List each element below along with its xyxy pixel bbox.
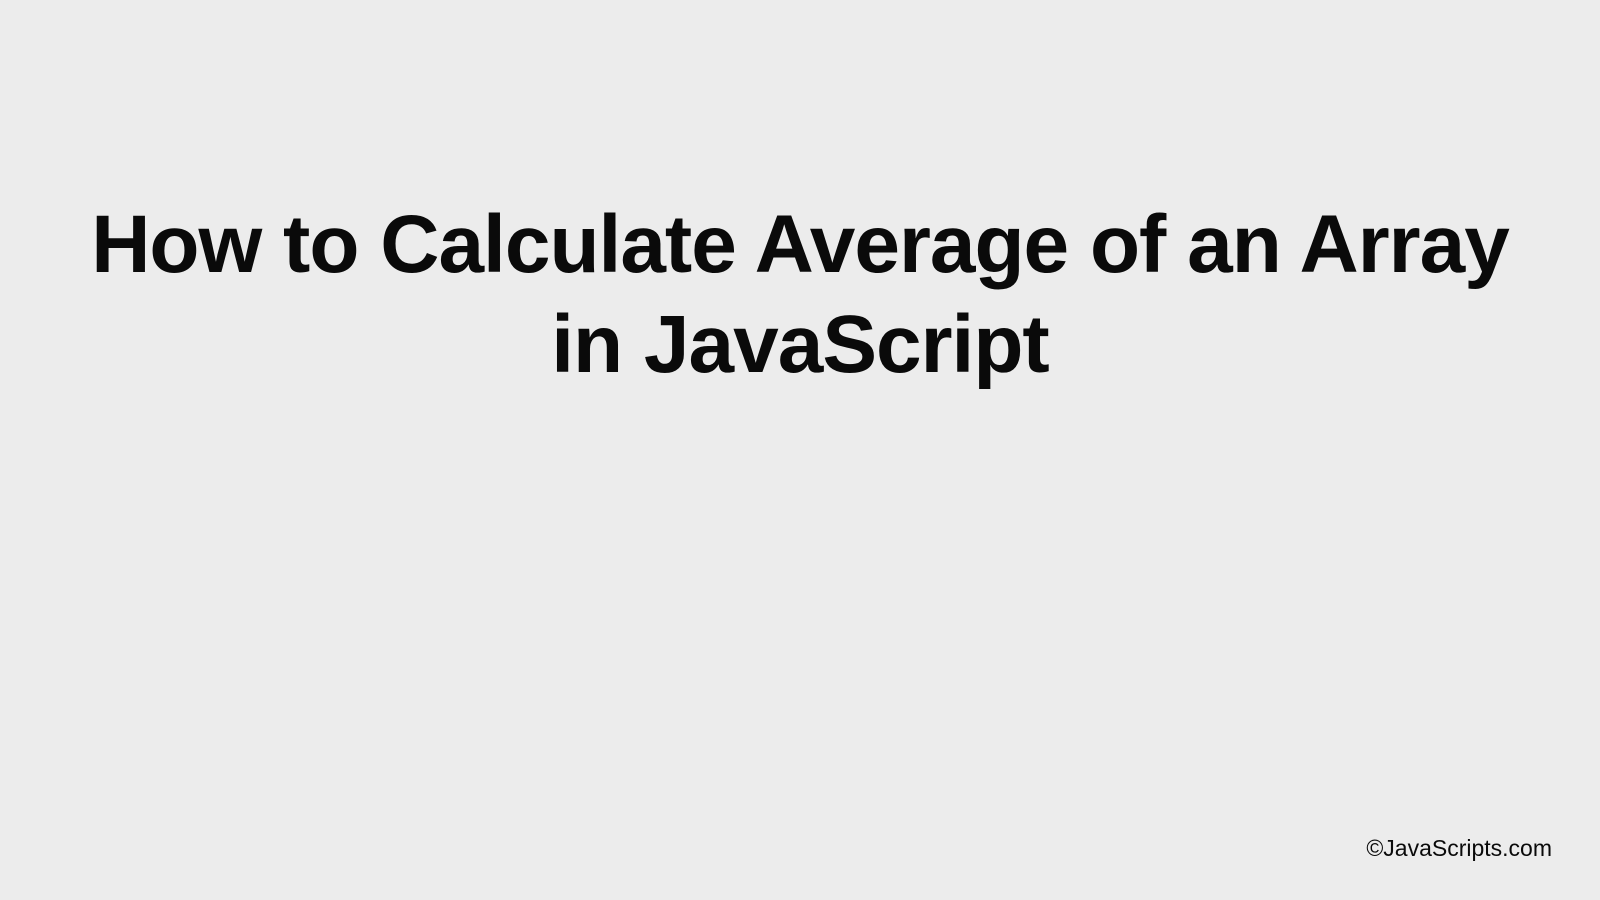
footer-attribution: ©JavaScripts.com — [1366, 835, 1552, 862]
page-title: How to Calculate Average of an Array in … — [80, 195, 1520, 395]
